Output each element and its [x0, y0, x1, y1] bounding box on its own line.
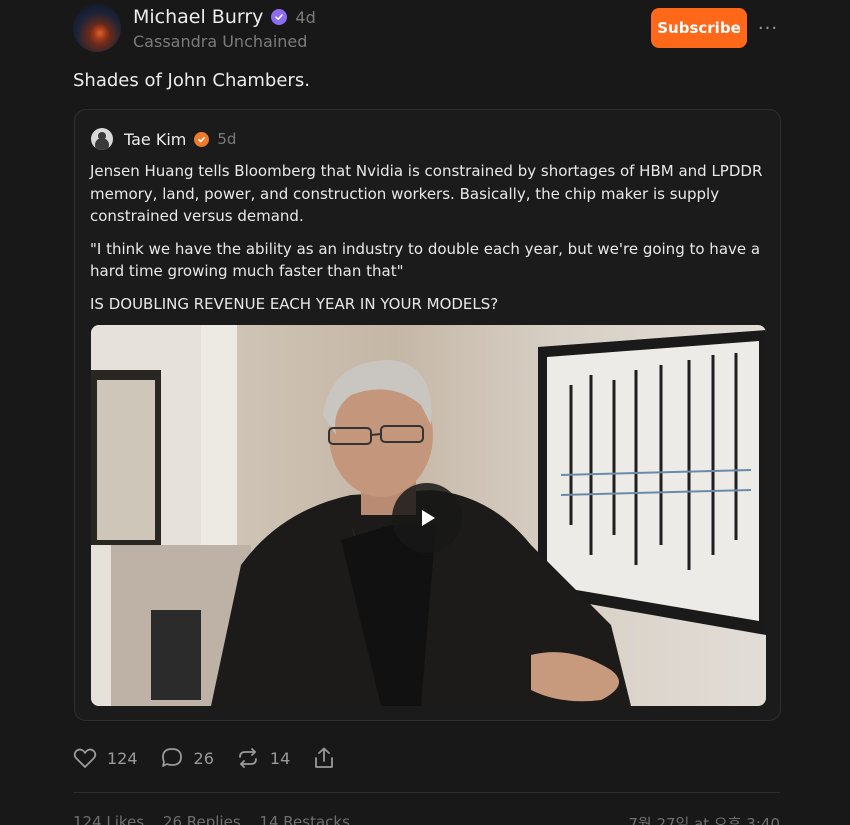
publication-name[interactable]: Cassandra Unchained: [133, 32, 307, 51]
quoted-paragraph: "I think we have the ability as an indus…: [90, 239, 761, 281]
restack-count: 14: [269, 748, 291, 768]
divider: [73, 792, 780, 793]
post-actions: 124 26 14: [73, 744, 358, 772]
post-text: Shades of John Chambers.: [73, 70, 310, 91]
quoted-author-line: Tae Kim 5d: [124, 127, 236, 151]
quoted-post-card[interactable]: Tae Kim 5d Jensen Huang tells Bloomberg …: [74, 109, 781, 721]
quoted-author-avatar[interactable]: [91, 128, 113, 150]
restack-button[interactable]: 14: [236, 747, 290, 769]
verified-icon: [194, 131, 210, 147]
play-icon: [422, 510, 435, 526]
verified-icon: [271, 9, 288, 25]
play-button[interactable]: [392, 483, 462, 553]
like-count: 124: [107, 748, 138, 768]
heart-icon: [73, 748, 97, 768]
restack-icon: [239, 748, 257, 768]
post: Michael Burry 4d Cassandra Unchained Sub…: [0, 0, 850, 825]
post-timestamp: 7월 27일 at 오후 3:40: [628, 815, 780, 825]
like-button[interactable]: 124: [73, 747, 138, 769]
quoted-author-name[interactable]: Tae Kim: [124, 130, 186, 149]
more-icon[interactable]: ···: [756, 16, 780, 40]
engagement-stats: 124 Likes 26 Replies 14 Restacks: [73, 813, 364, 825]
video-player[interactable]: [91, 325, 766, 706]
quoted-post-body: Jensen Huang tells Bloomberg that Nvidia…: [90, 160, 770, 325]
reply-button[interactable]: 26: [160, 747, 214, 769]
quoted-post-age[interactable]: 5d: [217, 130, 236, 148]
share-icon: [315, 747, 334, 768]
reply-count: 26: [193, 748, 214, 768]
author-name[interactable]: Michael Burry: [133, 6, 263, 28]
quoted-paragraph: Jensen Huang tells Bloomberg that Nvidia…: [90, 162, 763, 225]
author-line: Michael Burry 4d: [133, 4, 316, 30]
quoted-paragraph: IS DOUBLING REVENUE EACH YEAR IN YOUR MO…: [90, 294, 499, 313]
author-avatar[interactable]: [73, 4, 121, 52]
post-age[interactable]: 4d: [295, 8, 315, 27]
subscribe-button[interactable]: Subscribe: [651, 8, 747, 48]
comment-icon: [161, 748, 182, 767]
likes-stat[interactable]: 124 Likes: [73, 813, 144, 825]
replies-stat[interactable]: 26 Replies: [163, 813, 241, 825]
share-button[interactable]: [312, 747, 336, 769]
restacks-stat[interactable]: 14 Restacks: [259, 813, 349, 825]
